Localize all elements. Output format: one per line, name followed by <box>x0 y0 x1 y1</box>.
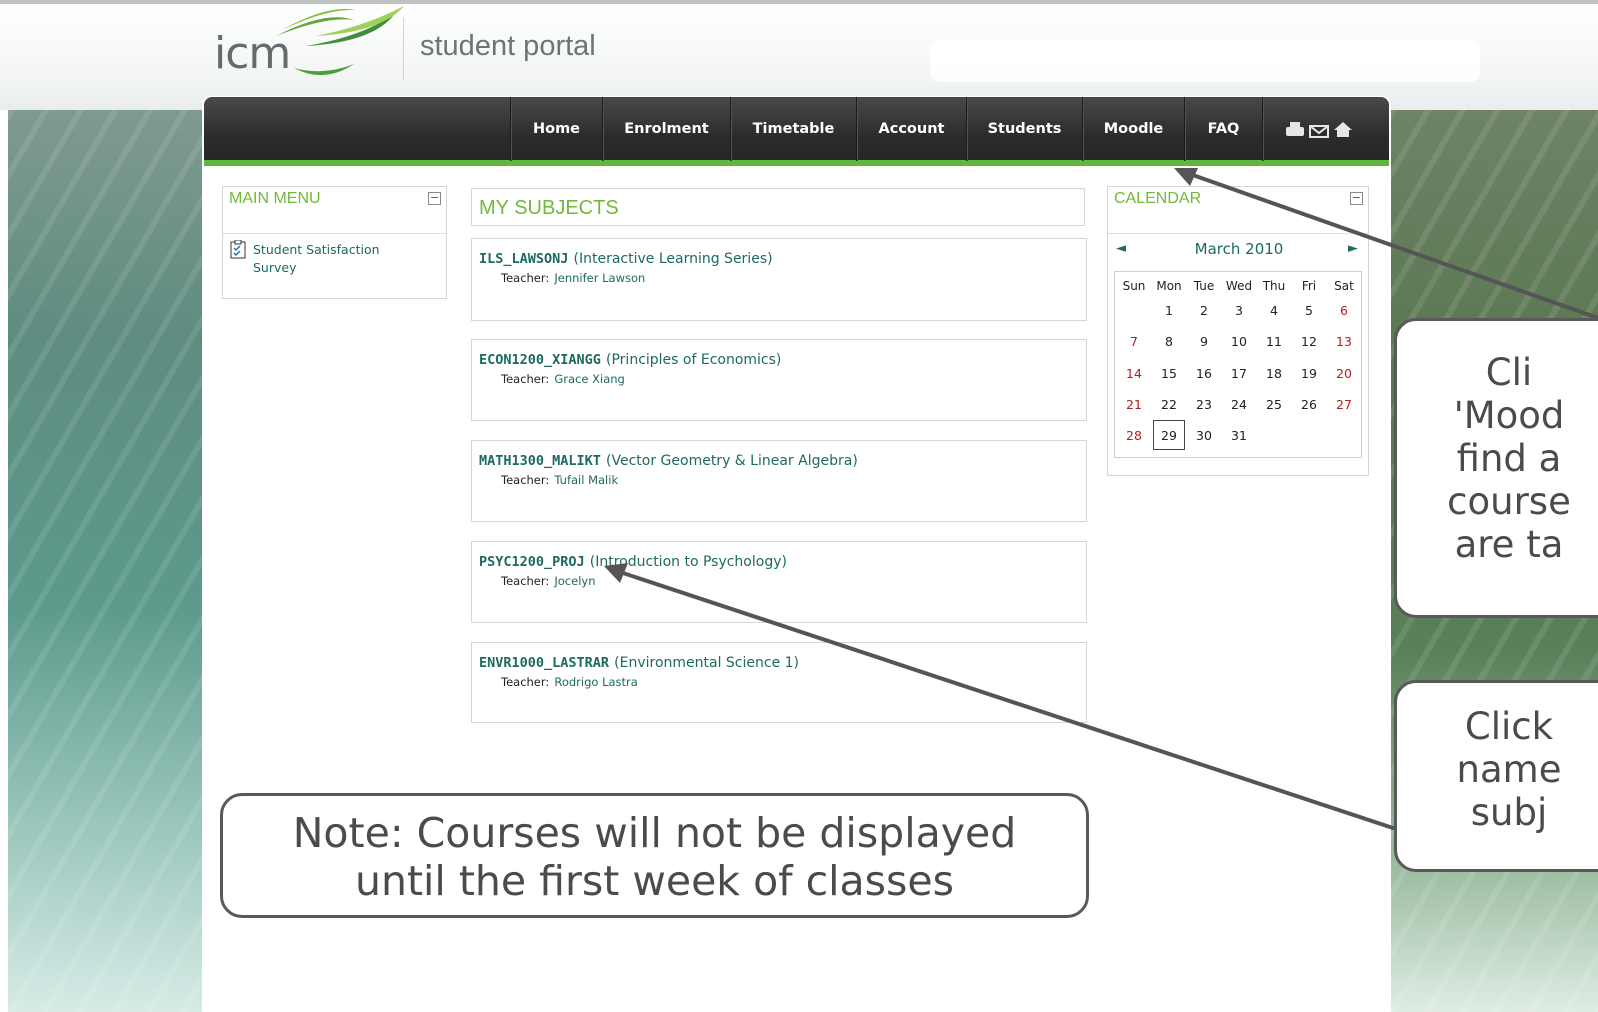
moodle-pointer-arrow <box>1174 168 1598 320</box>
moodle-callout-line: find a <box>1456 437 1562 480</box>
moodle-callout: Cli 'Mood find a course are ta <box>1394 318 1598 618</box>
subject-pointer-arrow <box>604 563 1424 830</box>
subject-callout-line: name <box>1456 748 1562 791</box>
subject-callout-line: subj <box>1470 791 1548 834</box>
note-line: until the first week of classes <box>354 857 954 905</box>
moodle-callout-line: 'Mood <box>1453 394 1565 437</box>
note-callout: Note: Courses will not be displayed unti… <box>220 793 1089 918</box>
note-line: Note: Courses will not be displayed <box>292 809 1017 857</box>
moodle-callout-line: are ta <box>1454 523 1564 566</box>
moodle-callout-line: course <box>1447 480 1571 523</box>
moodle-callout-line: Cli <box>1485 351 1533 394</box>
subject-callout-line: Click <box>1464 705 1554 748</box>
subject-callout: Click name subj <box>1394 680 1598 872</box>
